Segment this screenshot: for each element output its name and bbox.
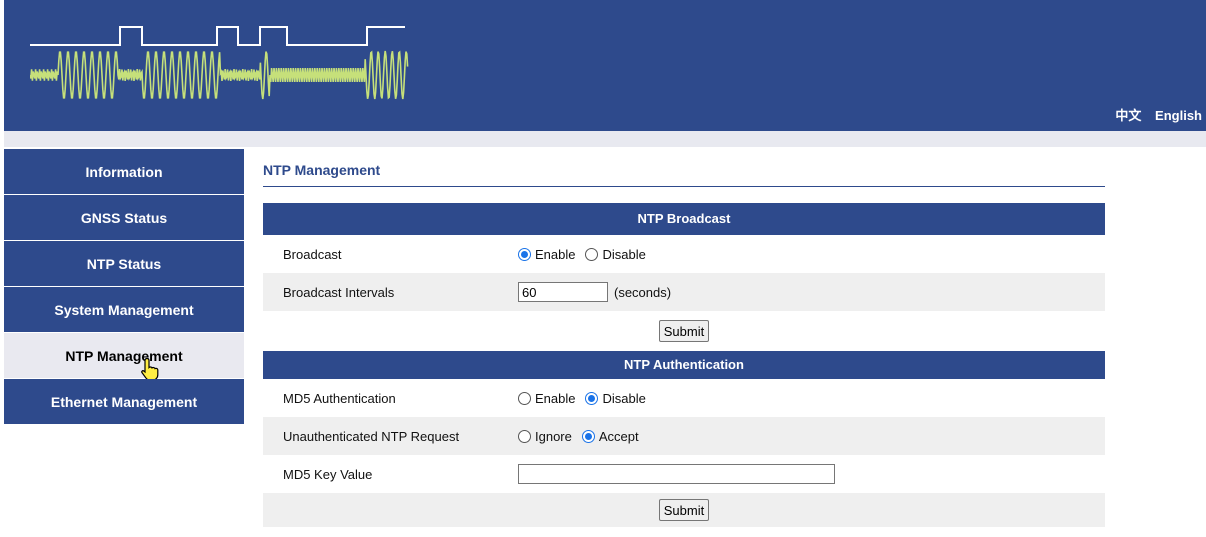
section-heading: NTP Broadcast	[263, 203, 1105, 235]
ntp-authentication-section: NTP Authentication MD5 Authentication En…	[263, 351, 1105, 527]
sidebar-item-information[interactable]: Information	[4, 149, 244, 194]
seconds-unit-label: (seconds)	[614, 284, 672, 300]
option-label: Disable	[602, 390, 646, 406]
broadcast-disable-radio[interactable]	[585, 247, 599, 261]
signal-wave-logo	[30, 26, 409, 100]
sidebar-item-ntp-status[interactable]: NTP Status	[4, 241, 244, 286]
sidebar-item-label: NTP Management	[65, 347, 183, 364]
sidebar-item-gnss-status[interactable]: GNSS Status	[4, 195, 244, 240]
sidebar-item-label: System Management	[54, 301, 194, 318]
ntp-broadcast-section: NTP Broadcast Broadcast Enable Disable B…	[263, 203, 1105, 351]
unauth-ignore-option[interactable]: Ignore	[518, 429, 572, 444]
md5-disable-option[interactable]: Disable	[585, 390, 646, 406]
broadcast-label: Broadcast	[283, 246, 342, 262]
sidebar-item-label: GNSS Status	[80, 209, 168, 226]
md5-authentication-row: MD5 Authentication Enable Disable	[263, 379, 1105, 417]
md5-authentication-label: MD5 Authentication	[283, 390, 396, 406]
sidebar-item-label: Information	[85, 163, 163, 180]
md5-enable-option[interactable]: Enable	[518, 391, 575, 406]
unauthenticated-request-label: Unauthenticated NTP Request	[283, 428, 460, 444]
option-label: Ignore	[535, 428, 572, 444]
md5-enable-radio[interactable]	[518, 391, 531, 405]
md5-key-input[interactable]	[518, 464, 835, 484]
sidebar-item-label: NTP Status	[86, 255, 162, 272]
unauth-accept-radio[interactable]	[581, 429, 595, 443]
option-label: Enable	[535, 246, 576, 262]
unauth-accept-option[interactable]: Accept	[581, 428, 639, 444]
sidebar-item-ntp-management[interactable]: NTP Management	[4, 333, 244, 381]
sidebar-item-ethernet-management[interactable]: Ethernet Management	[4, 379, 244, 424]
broadcast-enable-radio[interactable]	[518, 247, 531, 261]
broadcast-intervals-input[interactable]	[518, 282, 608, 302]
lang-english-link[interactable]: English	[1155, 108, 1202, 123]
broadcast-disable-option[interactable]: Disable	[585, 246, 646, 262]
lang-chinese-link[interactable]: 中文	[1115, 108, 1141, 123]
language-switcher: 中文 English	[1105, 105, 1202, 124]
section-heading: NTP Authentication	[263, 351, 1105, 379]
broadcast-intervals-label: Broadcast Intervals	[283, 284, 395, 300]
sidebar-nav: Information GNSS Status NTP Status Syste…	[4, 149, 244, 425]
broadcast-submit-row: Submit	[263, 311, 1105, 351]
broadcast-submit-button[interactable]: Submit	[658, 320, 710, 342]
md5-key-label: MD5 Key Value	[283, 466, 373, 482]
hand-pointer-icon	[141, 357, 159, 381]
option-label: Accept	[598, 428, 639, 444]
header-banner: 中文 English	[4, 0, 1206, 131]
page-title: NTP Management	[263, 162, 1105, 187]
md5-disable-radio[interactable]	[585, 391, 599, 405]
option-label: Enable	[535, 390, 576, 406]
broadcast-row: Broadcast Enable Disable	[263, 235, 1105, 273]
header-divider-strip	[4, 131, 1206, 147]
broadcast-intervals-row: Broadcast Intervals (seconds)	[263, 273, 1105, 311]
sidebar-item-label: Ethernet Management	[50, 393, 198, 410]
auth-submit-button[interactable]: Submit	[658, 499, 710, 521]
main-content: NTP Management NTP Broadcast Broadcast E…	[263, 149, 1105, 527]
unauthenticated-request-row: Unauthenticated NTP Request Ignore Accep…	[263, 417, 1105, 455]
auth-submit-row: Submit	[263, 493, 1105, 527]
sidebar-item-system-management[interactable]: System Management	[4, 287, 244, 332]
unauth-ignore-radio[interactable]	[518, 429, 531, 443]
md5-key-row: MD5 Key Value	[263, 455, 1105, 493]
option-label: Disable	[602, 246, 646, 262]
broadcast-enable-option[interactable]: Enable	[518, 247, 575, 262]
